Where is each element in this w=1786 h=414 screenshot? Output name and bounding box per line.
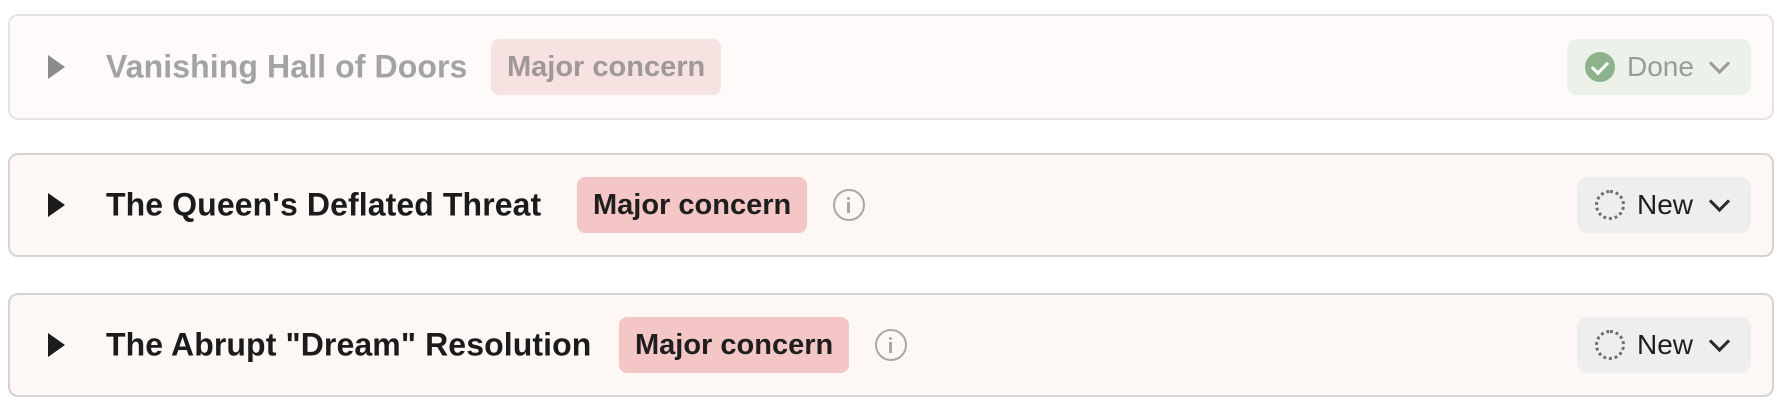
status-dropdown[interactable]: New — [1577, 177, 1751, 233]
issue-list: Vanishing Hall of Doors Major concern Do… — [0, 0, 1786, 414]
info-icon[interactable] — [833, 189, 865, 221]
chevron-down-icon — [1708, 52, 1731, 74]
severity-badge: Major concern — [577, 177, 808, 233]
dashed-circle-icon — [1595, 330, 1625, 360]
chevron-down-icon — [1708, 190, 1731, 212]
info-icon[interactable] — [875, 329, 907, 361]
check-circle-icon — [1585, 52, 1615, 82]
status-label: Done — [1627, 51, 1694, 82]
expand-caret-icon[interactable] — [48, 193, 65, 217]
severity-badge: Major concern — [491, 39, 722, 95]
dashed-circle-icon — [1595, 190, 1625, 220]
status-dropdown[interactable]: Done — [1567, 39, 1751, 95]
status-label: New — [1637, 189, 1694, 220]
issue-card[interactable]: The Queen's Deflated Threat Major concer… — [8, 153, 1774, 257]
issue-title: The Abrupt "Dream" Resolution — [106, 326, 592, 363]
severity-badge: Major concern — [619, 317, 850, 373]
issue-card[interactable]: Vanishing Hall of Doors Major concern Do… — [8, 14, 1774, 120]
issue-card[interactable]: The Abrupt "Dream" Resolution Major conc… — [8, 293, 1774, 397]
expand-caret-icon[interactable] — [48, 55, 65, 79]
chevron-down-icon — [1708, 330, 1731, 352]
expand-caret-icon[interactable] — [48, 333, 65, 357]
issue-title: Vanishing Hall of Doors — [106, 48, 468, 85]
status-label: New — [1637, 329, 1694, 360]
status-dropdown[interactable]: New — [1577, 317, 1751, 373]
issue-title: The Queen's Deflated Threat — [106, 186, 542, 223]
